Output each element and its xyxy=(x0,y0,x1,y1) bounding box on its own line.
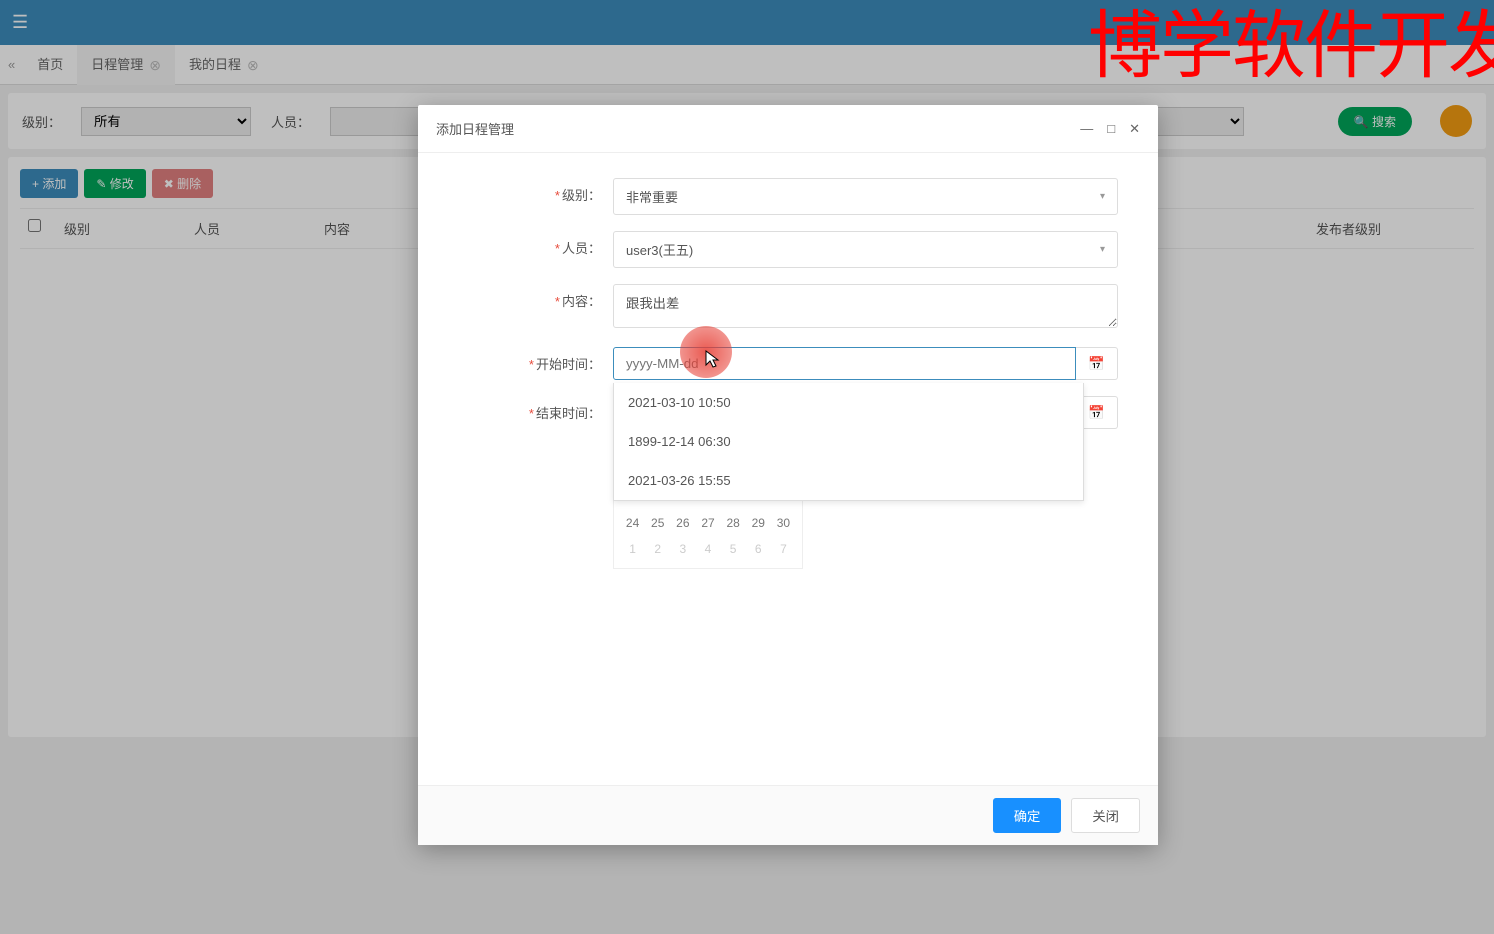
suggestion-item[interactable]: 2021-03-10 10:50 xyxy=(614,383,1083,422)
label-person: 人员： xyxy=(562,241,601,256)
person-select[interactable]: user3(王五)▾ xyxy=(613,231,1118,268)
minimize-icon[interactable]: — xyxy=(1080,121,1093,137)
label-end: 结束时间： xyxy=(536,406,601,421)
autocomplete-dropdown: 2021-03-10 10:50 1899-12-14 06:30 2021-0… xyxy=(613,383,1084,501)
suggestion-item[interactable]: 2021-03-26 15:55 xyxy=(614,461,1083,500)
content-textarea[interactable] xyxy=(613,284,1118,328)
calendar-day[interactable]: 24 xyxy=(622,512,643,534)
label-content: 内容： xyxy=(562,294,601,309)
label-level: 级别： xyxy=(562,188,601,203)
modal-title: 添加日程管理 xyxy=(436,119,514,138)
calendar-icon[interactable]: 📅 xyxy=(1076,347,1118,380)
add-schedule-modal: 添加日程管理 — □ ✕ *级别： 非常重要▾ *人员： user3(王五)▾ xyxy=(418,105,1158,845)
chevron-down-icon: ▾ xyxy=(1100,244,1105,255)
calendar-day[interactable]: 26 xyxy=(672,512,693,534)
calendar-day[interactable]: 4 xyxy=(697,538,718,560)
calendar-day[interactable]: 30 xyxy=(773,512,794,534)
maximize-icon[interactable]: □ xyxy=(1107,121,1115,137)
label-start: 开始时间： xyxy=(536,357,601,372)
calendar-day[interactable]: 5 xyxy=(723,538,744,560)
close-icon[interactable]: ✕ xyxy=(1129,121,1140,137)
calendar-day[interactable]: 3 xyxy=(672,538,693,560)
calendar-day[interactable]: 27 xyxy=(697,512,718,534)
calendar-day[interactable]: 1 xyxy=(622,538,643,560)
calendar-day[interactable]: 29 xyxy=(748,512,769,534)
cancel-button[interactable]: 关闭 xyxy=(1071,798,1140,833)
calendar-day[interactable]: 7 xyxy=(773,538,794,560)
calendar-day[interactable]: 6 xyxy=(748,538,769,560)
suggestion-item[interactable]: 1899-12-14 06:30 xyxy=(614,422,1083,461)
calendar-day[interactable]: 2 xyxy=(647,538,668,560)
ok-button[interactable]: 确定 xyxy=(993,798,1062,833)
chevron-down-icon: ▾ xyxy=(1100,191,1105,202)
start-time-input[interactable] xyxy=(613,347,1076,380)
calendar-day[interactable]: 25 xyxy=(647,512,668,534)
calendar-day[interactable]: 28 xyxy=(723,512,744,534)
level-select[interactable]: 非常重要▾ xyxy=(613,178,1118,215)
